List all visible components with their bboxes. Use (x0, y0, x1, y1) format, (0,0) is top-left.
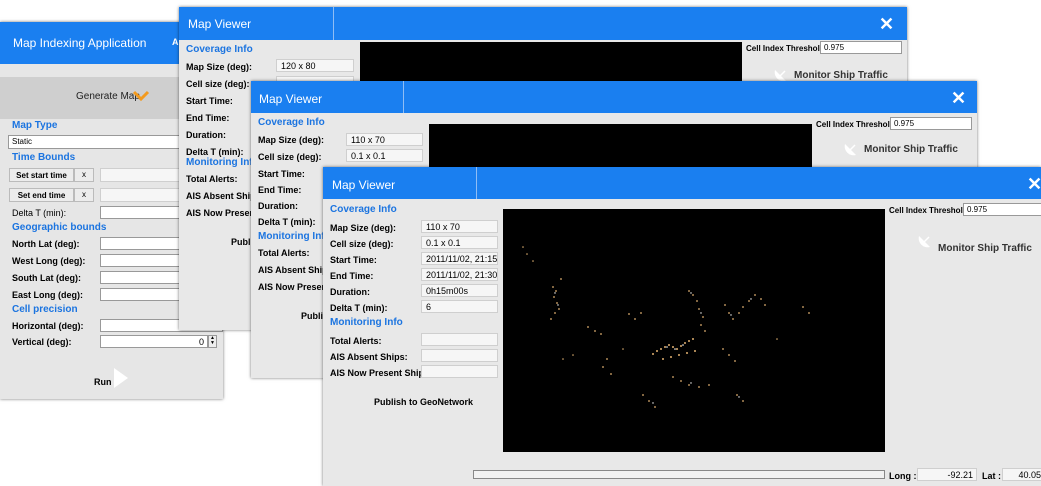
viewer3-title: Map Viewer (332, 178, 396, 192)
viewer3-end-time-label: End Time: (330, 271, 374, 281)
viewer3-map-canvas[interactable] (503, 209, 885, 452)
east-long-label: East Long (deg): (12, 290, 83, 300)
viewer1-threshold-input[interactable]: 0.975 (820, 41, 902, 54)
viewer2-titlebar: Map Viewer ✕ (251, 81, 977, 113)
viewer3-coverage-header: Coverage Info (330, 204, 397, 215)
viewer1-end-time-label: End Time: (186, 113, 230, 123)
viewer3-lat-field: 40.05 (1002, 468, 1041, 481)
viewer3-ship-density-overlay (522, 246, 810, 408)
clear-start-button[interactable]: x (74, 168, 94, 182)
viewer2-start-time-label: Start Time: (258, 169, 305, 179)
viewer1-monitor-ship-traffic-button[interactable]: Monitor Ship Traffic (794, 70, 888, 81)
viewer3-ais-now-label: AIS Now Present Ships: (330, 368, 433, 378)
viewer2-monitoring-header: Monitoring Info (258, 231, 331, 242)
viewer2-cell-size-field: 0.1 x 0.1 (346, 149, 423, 162)
chevron-down-icon[interactable] (132, 90, 150, 102)
south-lat-label: South Lat (deg): (12, 273, 81, 283)
delta-t-label: Delta T (min): (12, 208, 67, 218)
viewer1-duration-label: Duration: (186, 130, 226, 140)
viewer3-titlebar: Map Viewer ✕ (323, 167, 1041, 199)
viewer3-satellite-dish-icon[interactable] (916, 232, 934, 250)
vertical-value: 0 (198, 337, 204, 347)
viewer3-cell-size-label: Cell size (deg): (330, 239, 394, 249)
viewer3-map-size-field: 110 x 70 (421, 220, 498, 233)
run-button[interactable]: Run (94, 377, 112, 387)
viewer1-monitoring-header: Monitoring Info (186, 157, 259, 168)
viewer3-title-divider (476, 167, 477, 199)
app-title-tail: A (172, 37, 179, 47)
viewer2-total-alerts-label: Total Alerts: (258, 248, 310, 258)
viewer3-total-alerts-label: Total Alerts: (330, 336, 382, 346)
viewer1-delta-t-label: Delta T (min): (186, 147, 244, 157)
set-start-time-button[interactable]: Set start time (9, 168, 74, 182)
viewer2-cell-size-label: Cell size (deg): (258, 152, 322, 162)
viewer3-start-time-label: Start Time: (330, 255, 377, 265)
viewer2-coverage-header: Coverage Info (258, 117, 325, 128)
viewer2-monitor-ship-traffic-button[interactable]: Monitor Ship Traffic (864, 144, 958, 155)
viewer1-map-size-label: Map Size (deg): (186, 62, 253, 72)
viewer3-duration-label: Duration: (330, 287, 370, 297)
viewer3-map-size-label: Map Size (deg): (330, 223, 397, 233)
clear-end-button[interactable]: x (74, 188, 94, 202)
viewer3-lat-value: 40.05 (1018, 470, 1041, 480)
set-end-time-button[interactable]: Set end time (9, 188, 74, 202)
viewer2-map-size-field: 110 x 70 (346, 133, 423, 146)
viewer3-delta-t-field: 6 (421, 300, 498, 313)
viewer3-threshold-input[interactable]: 0.975 (963, 203, 1041, 216)
horizontal-label: Horizontal (deg): (12, 321, 84, 331)
geographic-bounds-header: Geographic bounds (12, 222, 107, 233)
viewer3-end-time-field: 2011/11/02, 21:30 (421, 268, 498, 281)
viewer2-end-time-label: End Time: (258, 185, 302, 195)
viewer3-ais-now-field (421, 365, 498, 378)
viewer3-cell-size-field: 0.1 x 0.1 (421, 236, 498, 249)
viewer2-title-divider (403, 81, 404, 113)
viewer1-title: Map Viewer (188, 17, 252, 31)
map-viewer-window-3: Map Viewer ✕ Coverage Info Map Size (deg… (323, 167, 1041, 486)
west-long-label: West Long (deg): (12, 256, 86, 266)
viewer1-threshold-label: Cell Index Threshold: (746, 44, 828, 53)
viewer3-total-alerts-field (421, 333, 498, 346)
viewer3-monitor-ship-traffic-button[interactable]: Monitor Ship Traffic (938, 243, 1032, 254)
viewer1-close-icon[interactable]: ✕ (879, 15, 894, 33)
viewer3-threshold-label: Cell Index Threshold: (889, 206, 971, 215)
viewer2-duration-label: Duration: (258, 201, 298, 211)
viewer2-threshold-label: Cell Index Threshold: (816, 120, 898, 129)
vertical-input[interactable]: 0 (100, 335, 208, 348)
viewer3-monitoring-header: Monitoring Info (330, 317, 403, 328)
viewer1-titlebar: Map Viewer ✕ (179, 7, 907, 40)
generate-map-button[interactable]: Generate Map (76, 91, 140, 102)
viewer2-threshold-input[interactable]: 0.975 (890, 117, 972, 130)
viewer1-start-time-label: Start Time: (186, 96, 233, 106)
viewer2-title: Map Viewer (259, 92, 323, 106)
time-bounds-header: Time Bounds (12, 152, 76, 163)
north-lat-label: North Lat (deg): (12, 239, 80, 249)
viewer3-close-icon[interactable]: ✕ (1027, 175, 1041, 193)
viewer3-ais-absent-field (421, 349, 498, 362)
viewer1-cell-size-label: Cell size (deg): (186, 79, 250, 89)
viewer3-long-field: -92.21 (917, 468, 977, 481)
viewer2-delta-t-label: Delta T (min): (258, 217, 316, 227)
viewer3-long-label: Long : (889, 471, 917, 481)
viewer1-coverage-header: Coverage Info (186, 44, 253, 55)
vertical-spinner[interactable]: ▲ ▼ (208, 335, 217, 348)
viewer3-progress-bar (473, 470, 885, 479)
viewer1-total-alerts-label: Total Alerts: (186, 174, 238, 184)
viewer3-ais-absent-label: AIS Absent Ships: (330, 352, 408, 362)
viewer3-publish-to-geonetwork-button[interactable]: Publish to GeoNetwork (374, 397, 473, 407)
map-type-header: Map Type (12, 120, 58, 131)
viewer2-close-icon[interactable]: ✕ (951, 89, 966, 107)
viewer3-long-value: -92.21 (947, 470, 973, 480)
viewer1-map-size-field: 120 x 80 (276, 59, 354, 72)
app-title: Map Indexing Application (13, 36, 147, 50)
viewer2-satellite-dish-icon[interactable] (842, 140, 860, 158)
cell-precision-header: Cell precision (12, 304, 78, 315)
viewer3-lat-label: Lat : (982, 471, 1001, 481)
play-icon[interactable] (113, 367, 129, 389)
vertical-label: Vertical (deg): (12, 337, 72, 347)
viewer3-start-time-field: 2011/11/02, 21:15 (421, 252, 498, 265)
viewer2-map-size-label: Map Size (deg): (258, 135, 325, 145)
viewer3-delta-t-label: Delta T (min): (330, 303, 388, 313)
viewer3-duration-field: 0h15m00s (421, 284, 498, 297)
viewer1-title-divider (333, 7, 334, 40)
